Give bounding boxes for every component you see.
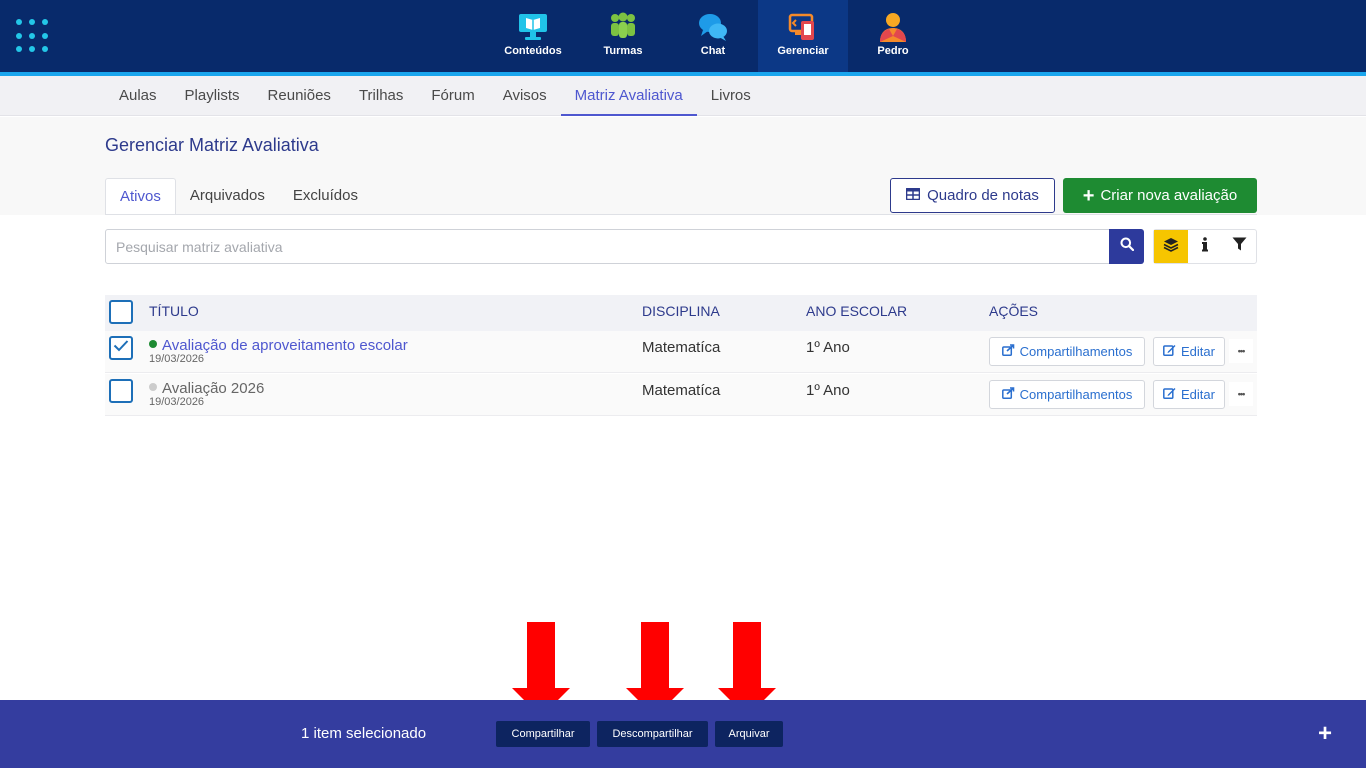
criar-label: Criar nova avaliação (1100, 187, 1238, 204)
top-navbar: Conteúdos Turmas Chat Gerenciar Pedro (0, 0, 1366, 72)
info-button[interactable] (1188, 230, 1222, 263)
editar-button[interactable]: Editar (1153, 337, 1225, 366)
top-nav: Conteúdos Turmas Chat Gerenciar Pedro (488, 0, 938, 72)
user-avatar-icon (877, 12, 909, 42)
topnav-conteudos[interactable]: Conteúdos (488, 0, 578, 72)
topnav-label: Chat (700, 45, 726, 57)
status-tabs: Ativos Arquivados Excluídos (105, 178, 372, 215)
topnav-chat[interactable]: Chat (668, 0, 758, 72)
ellipsis-icon: ••• (1237, 389, 1246, 399)
table-row: Avaliação 2026 19/03/2026 Matematíca 1º … (105, 374, 1257, 416)
edit-label: Editar (1181, 387, 1215, 402)
plus-icon: + (1082, 184, 1095, 207)
more-options-button[interactable]: ••• (1229, 339, 1253, 363)
subnav-item-trilhas[interactable]: Trilhas (345, 76, 417, 116)
row-ano: 1º Ano (806, 382, 850, 399)
tabs-divider (105, 214, 1257, 215)
quadro-de-notas-button[interactable]: Quadro de notas (890, 178, 1055, 213)
topnav-label: Gerenciar (777, 45, 829, 57)
subnav-item-playlists[interactable]: Playlists (171, 76, 254, 116)
row-disciplina: Matematíca (642, 339, 721, 356)
view-tools (1153, 229, 1257, 264)
subnav-item-forum[interactable]: Fórum (417, 76, 488, 116)
quadro-label: Quadro de notas (927, 187, 1039, 204)
subnav-item-aulas[interactable]: Aulas (105, 76, 171, 116)
apps-grid-icon[interactable] (16, 19, 50, 53)
table-row: Avaliação de aproveitamento escolar 19/0… (105, 331, 1257, 373)
row-checkbox[interactable] (109, 379, 133, 403)
subnav-item-avisos[interactable]: Avisos (489, 76, 561, 116)
tab-arquivados[interactable]: Arquivados (176, 178, 279, 215)
row-disciplina: Matematíca (642, 382, 721, 399)
row-checkbox[interactable] (109, 336, 133, 360)
chat-bubbles-icon (697, 12, 729, 42)
filter-icon (1232, 237, 1247, 256)
tab-ativos[interactable]: Ativos (105, 178, 176, 215)
edit-icon (1163, 387, 1176, 402)
status-dot (149, 340, 157, 349)
row-title: Avaliação 2026 (162, 380, 265, 397)
subnav-item-matriz-avaliativa[interactable]: Matriz Avaliativa (560, 76, 697, 116)
search-box (105, 229, 1144, 264)
monitor-book-icon (517, 12, 549, 42)
criar-nova-avaliacao-button[interactable]: + Criar nova avaliação (1063, 178, 1257, 213)
topnav-turmas[interactable]: Turmas (578, 0, 668, 72)
col-acoes: AÇÕES (989, 303, 1039, 319)
layers-icon (1163, 237, 1179, 257)
search-button[interactable] (1109, 229, 1144, 264)
row-date: 19/03/2026 (149, 396, 205, 408)
row-date: 19/03/2026 (149, 353, 205, 365)
row-title-link[interactable]: Avaliação 2026 (149, 380, 264, 397)
row-title: Avaliação de aproveitamento escolar (162, 337, 408, 354)
share-icon (1001, 387, 1015, 402)
tab-excluidos[interactable]: Excluídos (279, 178, 372, 215)
expand-plus-icon[interactable]: + (1318, 722, 1332, 746)
info-icon (1201, 236, 1209, 257)
select-all-checkbox[interactable] (109, 300, 133, 324)
ellipsis-icon: ••• (1237, 346, 1246, 356)
topnav-label: Pedro (877, 45, 909, 57)
status-dot (149, 383, 157, 392)
edit-label: Editar (1181, 344, 1215, 359)
editar-button[interactable]: Editar (1153, 380, 1225, 409)
share-label: Compartilhamentos (1019, 344, 1133, 359)
search-icon (1120, 237, 1134, 256)
row-ano: 1º Ano (806, 339, 850, 356)
compartilhamentos-button[interactable]: Compartilhamentos (989, 380, 1145, 409)
subnav-item-reunioes[interactable]: Reuniões (254, 76, 345, 116)
share-icon (1001, 344, 1015, 359)
sub-navbar: Aulas Playlists Reuniões Trilhas Fórum A… (0, 76, 1366, 116)
selected-count: 1 item selecionado (301, 725, 427, 742)
topnav-label: Turmas (603, 45, 643, 57)
table-grid-icon (905, 187, 921, 204)
page-title: Gerenciar Matriz Avaliativa (105, 135, 319, 155)
manage-devices-icon (787, 12, 819, 42)
topnav-pedro[interactable]: Pedro (848, 0, 938, 72)
search-input[interactable] (106, 230, 1109, 263)
compartilhar-button[interactable]: Compartilhar (496, 721, 590, 747)
row-title-link[interactable]: Avaliação de aproveitamento escolar (149, 337, 408, 354)
share-label: Compartilhamentos (1019, 387, 1133, 402)
edit-icon (1163, 344, 1176, 359)
people-icon (607, 12, 639, 42)
arquivar-button[interactable]: Arquivar (715, 721, 783, 747)
topnav-label: Conteúdos (504, 45, 562, 57)
col-ano-escolar: ANO ESCOLAR (806, 303, 908, 319)
compartilhamentos-button[interactable]: Compartilhamentos (989, 337, 1145, 366)
layers-button[interactable] (1154, 230, 1188, 263)
col-disciplina: DISCIPLINA (642, 303, 720, 319)
filter-button[interactable] (1222, 230, 1256, 263)
selection-action-bar: 1 item selecionado Compartilhar Descompa… (0, 700, 1366, 768)
topnav-gerenciar[interactable]: Gerenciar (758, 0, 848, 72)
descompartilhar-button[interactable]: Descompartilhar (597, 721, 708, 747)
col-titulo: TÍTULO (149, 303, 199, 319)
checkmark-icon (113, 339, 129, 357)
more-options-button[interactable]: ••• (1229, 382, 1253, 406)
table-header: TÍTULO DISCIPLINA ANO ESCOLAR AÇÕES (105, 295, 1257, 331)
subnav-item-livros[interactable]: Livros (697, 76, 765, 116)
